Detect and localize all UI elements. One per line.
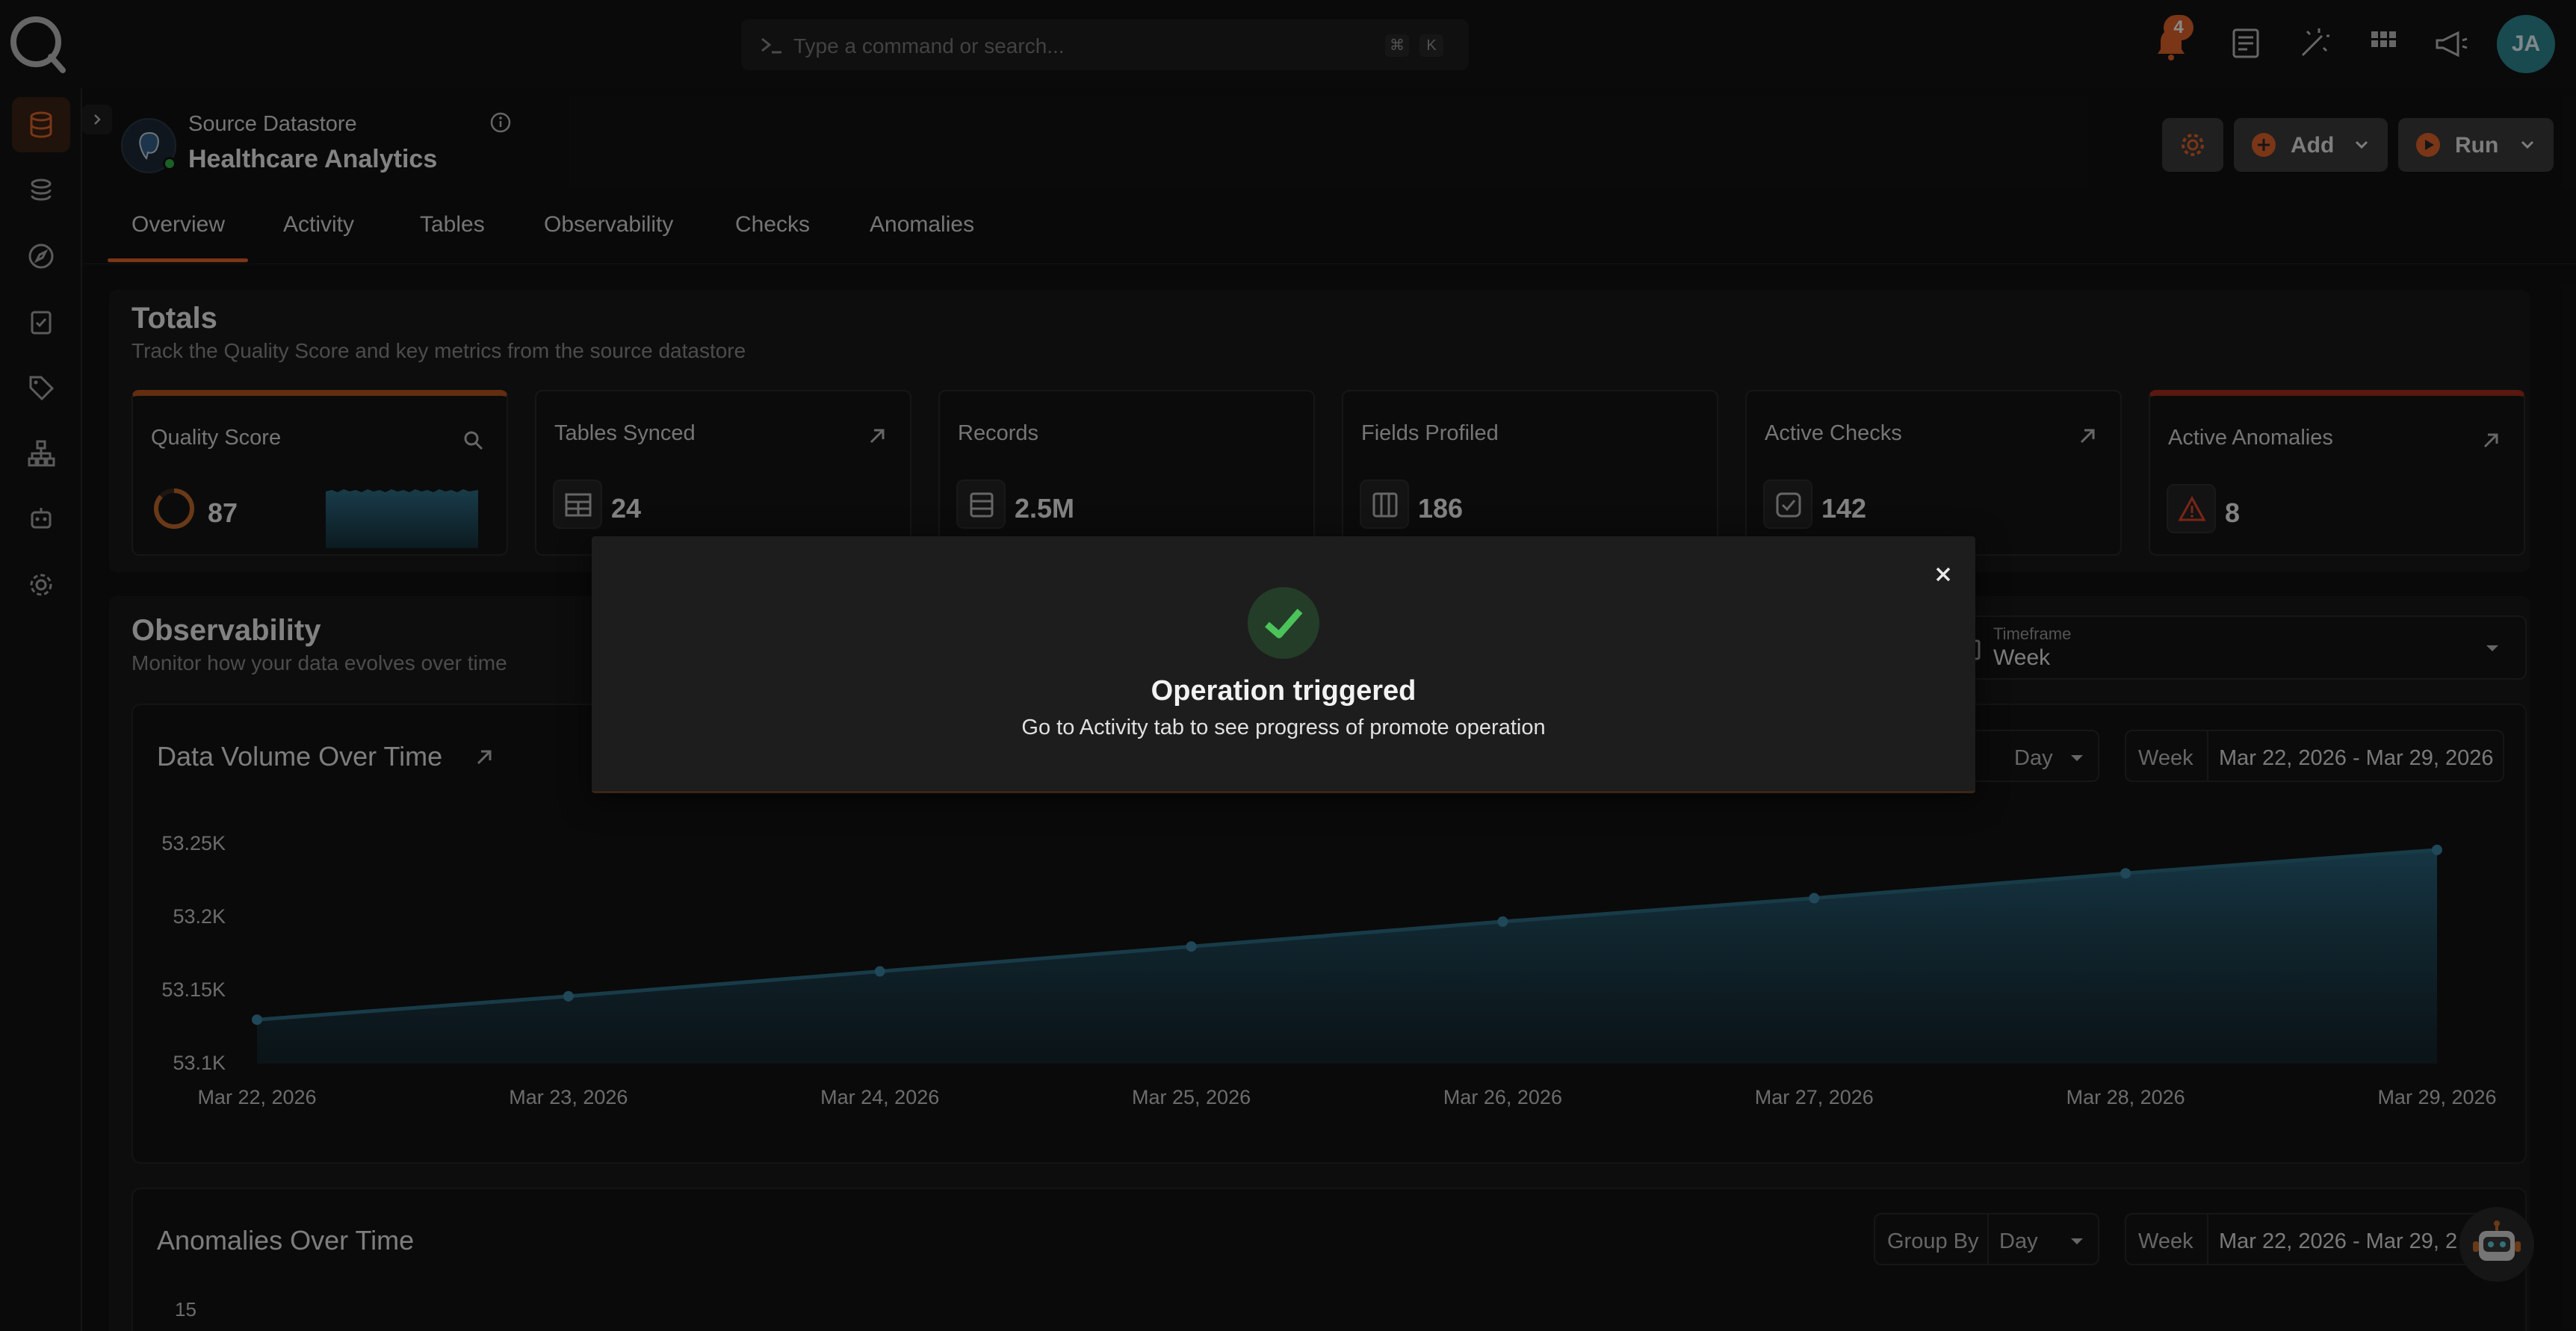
operation-triggered-dialog: Operation triggered Go to Activity tab t…: [592, 536, 1975, 793]
dialog-message: Go to Activity tab to see progress of pr…: [1021, 716, 1546, 739]
app: Type a command or search... ⌘ K 4 JA Sou…: [0, 0, 2576, 1331]
dialog-title: Operation triggered: [1151, 675, 1417, 707]
success-badge: [1248, 587, 1319, 659]
checkmark-icon: [1265, 609, 1303, 639]
close-icon[interactable]: [1928, 559, 1959, 590]
